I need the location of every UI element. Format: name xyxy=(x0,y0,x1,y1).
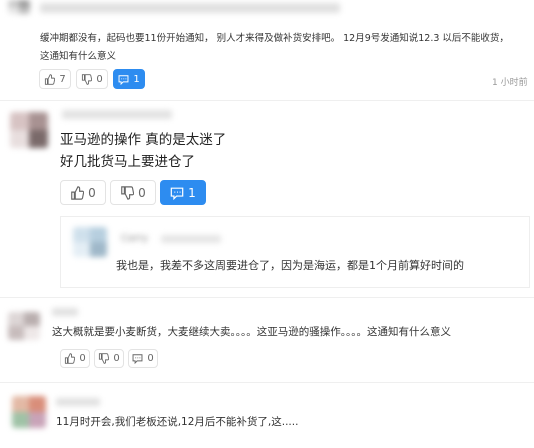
reply-button[interactable]: 1 xyxy=(160,180,206,205)
reply-username[interactable]: Carry xyxy=(121,233,148,244)
thumbs-up-icon xyxy=(65,353,76,364)
comment-text: 11月时开会,我们老板还说,12月后不能补货了,这..... xyxy=(56,416,299,428)
avatar[interactable] xyxy=(12,396,46,428)
dislike-count: 0 xyxy=(113,353,120,364)
like-button[interactable]: 0 xyxy=(60,349,90,368)
username-redacted xyxy=(161,235,221,243)
like-button[interactable]: 0 xyxy=(60,180,106,205)
username-redacted[interactable] xyxy=(40,3,340,13)
comment-text-line-1: 亚马逊的操作 真的是太迷了 xyxy=(60,132,227,148)
comment-text-line-2: 好几批货马上要进仓了 xyxy=(60,154,195,170)
thumbs-down-icon xyxy=(121,185,135,200)
dislike-button[interactable]: 0 xyxy=(110,180,156,205)
like-count: 0 xyxy=(79,353,86,364)
dislike-count: 0 xyxy=(96,73,103,85)
comment-icon xyxy=(170,187,184,200)
avatar[interactable] xyxy=(8,0,30,14)
comment-icon xyxy=(132,354,143,364)
reply-text: 我也是，我差不多这周要进仓了，因为是海运，都是1个月前算好时间的 xyxy=(116,259,464,272)
comment-text: 这大概就是要小麦断货，大麦继续大卖。。。。这亚马逊的骚操作。。。。这通知有什么意… xyxy=(52,326,451,338)
like-count: 0 xyxy=(88,185,96,200)
reply-count: 1 xyxy=(133,73,140,85)
dislike-count: 0 xyxy=(138,185,146,200)
avatar[interactable] xyxy=(10,112,48,148)
comment-text-line-2: 这通知有什么意义 xyxy=(40,51,117,62)
username-redacted[interactable] xyxy=(56,398,100,406)
reply-count: 1 xyxy=(188,185,196,200)
timestamp: 1 小时前 xyxy=(492,78,528,88)
avatar[interactable] xyxy=(8,312,40,340)
dislike-button[interactable]: 0 xyxy=(94,349,124,368)
reply-thread: Carry 我也是，我差不多这周要进仓了，因为是海运，都是1个月前算好时间的 xyxy=(60,216,530,288)
dislike-button[interactable]: 0 xyxy=(76,69,108,89)
divider xyxy=(0,297,534,298)
like-count: 7 xyxy=(59,73,66,85)
avatar[interactable] xyxy=(73,227,107,257)
username-redacted[interactable] xyxy=(52,308,78,316)
comment-icon xyxy=(118,74,129,85)
thumbs-down-icon xyxy=(99,353,110,364)
divider xyxy=(0,100,534,101)
thumbs-down-icon xyxy=(82,73,93,85)
comment-text-line-1: 缓冲期都没有，起码也要11份开始通知， 别人才来得及做补货安排吧。 12月9号发… xyxy=(40,33,509,44)
thumbs-up-icon xyxy=(71,185,85,200)
thumbs-up-icon xyxy=(45,73,56,85)
reply-button[interactable]: 0 xyxy=(128,349,158,368)
divider xyxy=(0,382,534,383)
reply-count: 0 xyxy=(147,353,154,364)
username-redacted[interactable] xyxy=(62,110,172,119)
like-button[interactable]: 7 xyxy=(39,69,71,89)
reply-button[interactable]: 1 xyxy=(113,69,145,89)
